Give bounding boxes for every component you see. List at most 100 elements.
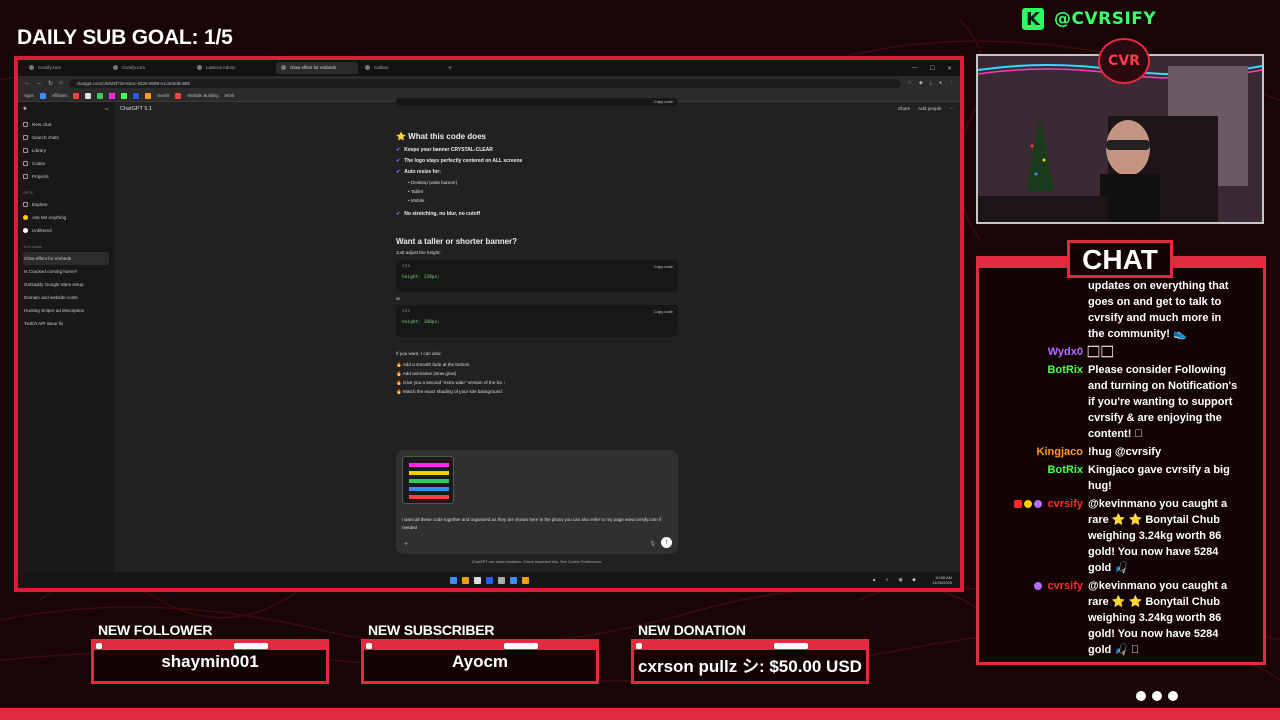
app-icon[interactable] xyxy=(521,576,529,584)
code-lang: css xyxy=(402,264,411,269)
chat-history-item[interactable]: Twitch API issue fix xyxy=(23,317,109,330)
app-icon[interactable] xyxy=(497,576,505,584)
chat-history-item[interactable]: GoDaddy Google Sites setup xyxy=(23,278,109,291)
alert-bar xyxy=(634,642,866,650)
chrome-icon[interactable] xyxy=(461,576,469,584)
bookmark-website-building[interactable]: Website Building xyxy=(187,93,218,98)
add-people-button[interactable]: Add people xyxy=(918,106,941,112)
bookmark-icon[interactable] xyxy=(109,92,116,99)
home-icon[interactable]: ⌂ xyxy=(59,80,63,86)
reload-icon[interactable]: ↻ xyxy=(48,80,53,87)
close-icon[interactable]: ✕ xyxy=(947,65,952,72)
browser-tab[interactable]: Lastiros Admin xyxy=(192,62,274,74)
chat-message: BotRix Please consider Following and tur… xyxy=(990,362,1260,442)
download-icon[interactable]: ⤓ xyxy=(930,80,932,86)
minimize-icon[interactable]: — xyxy=(912,65,918,72)
sidebar-item-unfiltered[interactable]: Unfiltered xyxy=(23,224,109,237)
code-block-partial: Copy code xyxy=(396,98,678,106)
app-icon[interactable] xyxy=(509,576,517,584)
bookmark-work[interactable]: Work xyxy=(225,93,235,98)
bookmark-icon[interactable] xyxy=(39,92,46,99)
new-tab-icon[interactable]: + xyxy=(448,65,452,72)
url-input[interactable]: chatgpt.com/c/6926f729-6bac-8325-9b98-e1… xyxy=(68,78,902,88)
maximize-icon[interactable]: ☐ xyxy=(930,65,935,72)
back-icon[interactable]: ← xyxy=(24,80,30,86)
sidebar-item-ask-me-anything[interactable]: Ask Me Anything xyxy=(23,211,109,224)
follower-alert: NEW FOLLOWER shaymin001 xyxy=(91,622,329,684)
chat-text: @kevinmano you caught a rare ⭐ ⭐ Bonytai… xyxy=(1088,498,1228,574)
chat-history-item[interactable]: Is Cracked coming home? xyxy=(23,265,109,278)
bookmark-icon[interactable] xyxy=(175,92,182,99)
add-attachment-icon[interactable]: + xyxy=(404,541,408,548)
browser-tab[interactable]: Cvrsify.com xyxy=(108,62,190,74)
composer-input[interactable]: i want all these code together and organ… xyxy=(402,516,672,532)
chat-history-item[interactable]: Hunting Sniper ad description xyxy=(23,304,109,317)
alert-value: Ayocm xyxy=(451,652,509,671)
code-line: height: 120px; xyxy=(402,275,440,280)
message-composer[interactable]: i want all these code together and organ… xyxy=(396,450,678,554)
chat-message: Wydx0 🏻 🏻 xyxy=(990,344,1260,360)
share-button[interactable]: Share xyxy=(898,106,910,112)
model-selector[interactable]: ChatGPT 5.1 xyxy=(120,106,152,112)
browser-tabstrip: Cvrsify.com Cvrsify.com Lastiros Admin G… xyxy=(18,60,960,76)
chats-heading: Your chats xyxy=(23,244,42,249)
star-icon[interactable]: ☆ xyxy=(907,80,911,86)
bookmark-affiliates[interactable]: Affiliates xyxy=(52,93,68,98)
start-icon[interactable] xyxy=(449,576,457,584)
bookmark-icon[interactable] xyxy=(121,92,128,99)
extension-icon[interactable]: ◆ xyxy=(919,80,923,86)
attached-image-thumbnail[interactable] xyxy=(402,456,454,504)
sidebar-item-codex[interactable]: Codex xyxy=(23,157,109,170)
bookmark-icon[interactable] xyxy=(73,92,80,99)
microphone-icon[interactable]: 🎙 xyxy=(650,541,656,547)
menu-icon[interactable]: ⋮ xyxy=(949,80,954,86)
alert-box: Ayocm xyxy=(361,639,599,684)
brand-header: K @CVRSIFY xyxy=(1022,6,1156,32)
thumbnail-stripe xyxy=(409,495,449,499)
app-icon[interactable] xyxy=(473,576,481,584)
sidebar-item-projects[interactable]: Projects xyxy=(23,170,109,183)
copy-code-button[interactable]: Copy code xyxy=(654,309,673,314)
steam-icon[interactable] xyxy=(485,576,493,584)
profile-icon[interactable]: ● xyxy=(939,80,942,86)
sidebar-item-new-chat[interactable]: New chat xyxy=(23,118,109,131)
chat-history-item[interactable]: Domain and website costs xyxy=(23,291,109,304)
system-clock[interactable]: 10:58 AM 11/26/2025 xyxy=(932,575,952,585)
browser-tab[interactable]: Catbox xyxy=(360,62,442,74)
bookmark-icon[interactable] xyxy=(133,92,140,99)
chat-username: cvrsify xyxy=(1047,498,1083,510)
bookmark-apps[interactable]: Apps xyxy=(24,93,34,98)
bot-badge-icon xyxy=(1034,582,1043,591)
bookmark-icon[interactable] xyxy=(85,92,92,99)
chat-history-item[interactable]: Glow effect for embeds xyxy=(23,252,109,265)
windows-taskbar: ▲ ◐ ◉ ◆ 10:58 AM 11/26/2025 xyxy=(18,572,960,588)
chatgpt-main: ChatGPT 5.1 Share Add people ⋯ Copy code… xyxy=(114,98,960,588)
send-button[interactable]: ↑ xyxy=(661,537,672,548)
bookmark-icon[interactable] xyxy=(97,92,104,99)
browser-tab-active[interactable]: Glow effect for embeds xyxy=(276,62,358,74)
code-lang: css xyxy=(402,309,411,314)
copy-code-button[interactable]: Copy code xyxy=(654,264,673,269)
system-tray-icons[interactable]: ▲ ◐ ◉ ◆ xyxy=(872,577,920,583)
channel-handle: @CVRSIFY xyxy=(1054,9,1157,29)
broadcaster-badge-icon xyxy=(1014,500,1023,509)
copy-code-button[interactable]: Copy code xyxy=(654,99,673,104)
more-icon[interactable]: ⋯ xyxy=(949,106,954,112)
chat-title: CHAT xyxy=(1067,240,1173,278)
extension-icons: ☆ ◆ ⤓ ● ⋮ xyxy=(907,80,954,86)
disclaimer: ChatGPT can make mistakes. Check importa… xyxy=(471,560,603,564)
alert-label: NEW SUBSCRIBER xyxy=(368,622,495,638)
sidebar-item-library[interactable]: Library xyxy=(23,144,109,157)
sidebar-item-search[interactable]: Search chats xyxy=(23,131,109,144)
chatgpt-sidebar: ✺ ▭ New chat Search chats Library Codex … xyxy=(18,102,114,588)
forward-icon[interactable]: → xyxy=(36,80,42,86)
sidebar-item-explore[interactable]: Explore xyxy=(23,198,109,211)
sub-badge-icon xyxy=(1034,500,1043,509)
bookmark-needs[interactable]: Needs xyxy=(157,93,169,98)
bookmark-icon[interactable] xyxy=(145,92,152,99)
alert-box: shaymin001 xyxy=(91,639,329,684)
list-item: • Tablet xyxy=(408,189,424,194)
sidebar-toggle-icon[interactable]: ▭ xyxy=(105,106,109,112)
openai-logo-icon[interactable]: ✺ xyxy=(23,106,27,112)
browser-tab[interactable]: Cvrsify.com xyxy=(24,62,106,74)
